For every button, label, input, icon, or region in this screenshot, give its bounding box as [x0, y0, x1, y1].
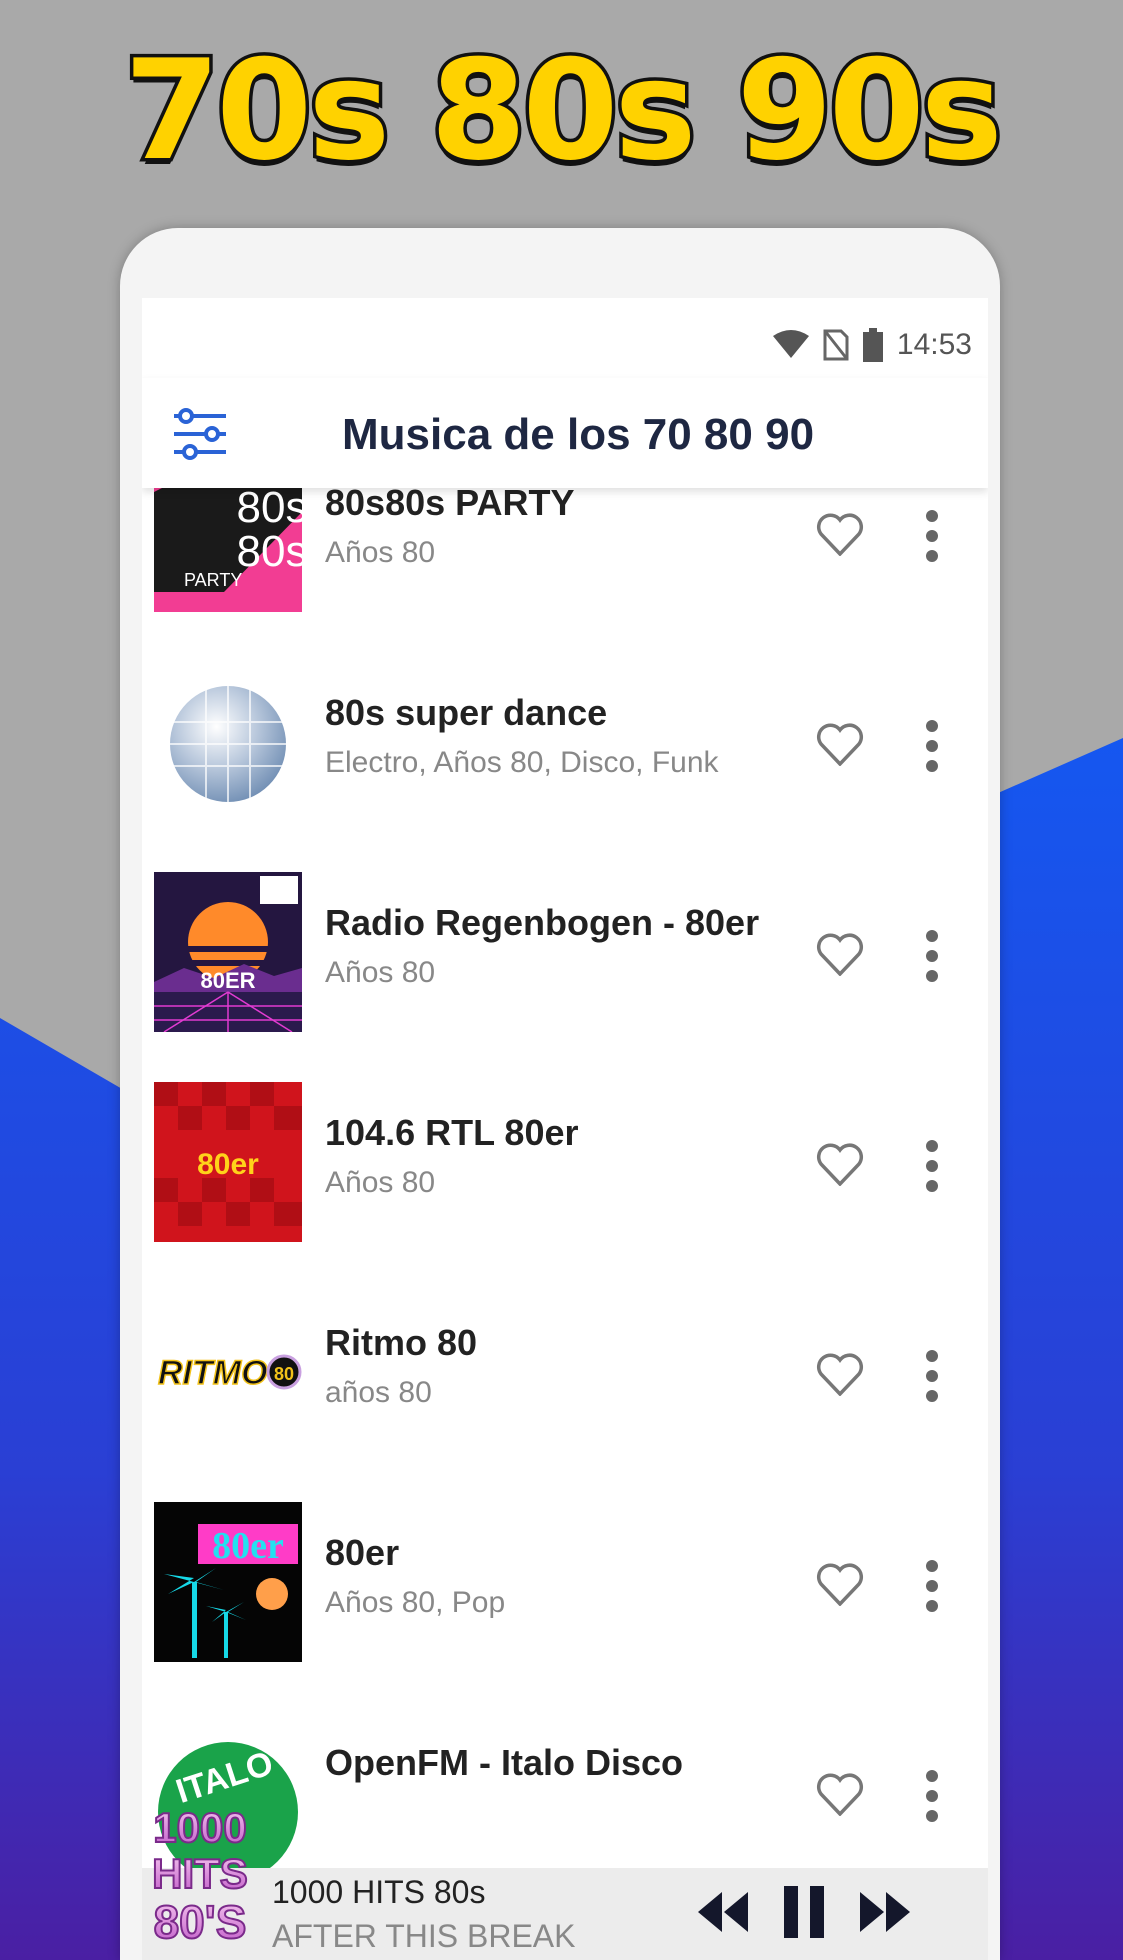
promo-headline: 70s 80s 90s — [121, 27, 1007, 195]
more-vert-icon[interactable] — [922, 928, 942, 984]
svg-text:PARTY: PARTY — [184, 570, 242, 590]
station-title: 80er — [325, 1532, 400, 1573]
player-station-title: 1000 HITS 80s — [272, 1874, 486, 1910]
fast-forward-icon[interactable] — [858, 1888, 914, 1936]
list-item[interactable]: RITMO 80 Ritmo 80 años 80 — [142, 1268, 988, 1480]
station-title: 80s80s PARTY — [325, 482, 575, 523]
app-screen: 14:53 Musica de los 70 80 90 80s 80s PAR… — [142, 298, 988, 1960]
phone-frame: 14:53 Musica de los 70 80 90 80s 80s PAR… — [120, 228, 1000, 1960]
player-station-logo: 1000 HITS 80'S — [151, 1803, 249, 1949]
svg-text:80er: 80er — [197, 1148, 259, 1181]
favorite-heart-icon[interactable] — [816, 1562, 864, 1606]
svg-text:80s: 80s — [237, 483, 302, 532]
more-vert-icon[interactable] — [922, 1768, 942, 1824]
more-vert-icon[interactable] — [922, 1558, 942, 1614]
svg-text:80s: 80s — [237, 527, 302, 576]
favorite-heart-icon[interactable] — [816, 1352, 864, 1396]
list-item[interactable]: 80ER Radio Regenbogen - 80er Años 80 — [142, 848, 988, 1060]
svg-text:80'S: 80'S — [154, 1896, 247, 1948]
pause-icon[interactable] — [782, 1884, 826, 1940]
station-logo: 80ER — [154, 872, 302, 1032]
station-genres: Años 80 — [325, 1166, 436, 1199]
station-genres: años 80 — [325, 1376, 432, 1409]
no-sim-icon — [823, 329, 849, 361]
more-vert-icon[interactable] — [922, 1348, 942, 1404]
svg-text:RITMO: RITMO — [158, 1354, 268, 1392]
battery-icon — [862, 328, 883, 362]
rewind-icon[interactable] — [694, 1888, 750, 1936]
status-time: 14:53 — [896, 328, 972, 361]
favorite-heart-icon[interactable] — [816, 932, 864, 976]
station-logo: 80er — [154, 1502, 302, 1662]
station-genres: Electro, Años 80, Disco, Funk — [325, 746, 719, 779]
list-item[interactable]: 80er 104.6 RTL 80er Años 80 — [142, 1058, 988, 1270]
station-logo: 80er — [154, 1082, 302, 1242]
favorite-heart-icon[interactable] — [816, 1142, 864, 1186]
status-bar: 14:53 — [142, 298, 988, 378]
svg-text:HITS: HITS — [152, 1850, 248, 1897]
favorite-heart-icon[interactable] — [816, 512, 864, 556]
station-title: Ritmo 80 — [325, 1322, 478, 1363]
more-vert-icon[interactable] — [922, 1138, 942, 1194]
tune-sliders-icon[interactable] — [172, 408, 228, 460]
station-logo: RITMO 80 — [154, 1292, 302, 1452]
list-item[interactable]: 80er 80er Años 80, Pop — [142, 1478, 988, 1690]
favorite-heart-icon[interactable] — [816, 722, 864, 766]
station-logo — [154, 662, 302, 822]
station-title: 104.6 RTL 80er — [325, 1112, 579, 1153]
svg-text:80: 80 — [274, 1364, 294, 1384]
list-item[interactable]: 80s super dance Electro, Años 80, Disco,… — [142, 638, 988, 850]
station-genres: Años 80 — [325, 956, 436, 989]
svg-text:80er: 80er — [212, 1525, 284, 1567]
player-track: AFTER THIS BREAK — [272, 1918, 576, 1954]
wifi-icon — [772, 330, 809, 358]
more-vert-icon[interactable] — [922, 718, 942, 774]
svg-text:80ER: 80ER — [200, 968, 255, 993]
svg-text:1000: 1000 — [153, 1804, 246, 1851]
station-title: 80s super dance — [325, 692, 608, 733]
station-genres: Años 80 — [325, 536, 436, 569]
app-title: Musica de los 70 80 90 — [342, 410, 815, 459]
app-bar: Musica de los 70 80 90 — [142, 378, 988, 488]
station-genres: Años 80, Pop — [325, 1586, 506, 1619]
station-title: Radio Regenbogen - 80er — [325, 902, 760, 943]
more-vert-icon[interactable] — [922, 508, 942, 564]
station-title: OpenFM - Italo Disco — [325, 1742, 684, 1783]
favorite-heart-icon[interactable] — [816, 1772, 864, 1816]
mini-player[interactable]: 1000 HITS 80s AFTER THIS BREAK — [142, 1868, 988, 1960]
